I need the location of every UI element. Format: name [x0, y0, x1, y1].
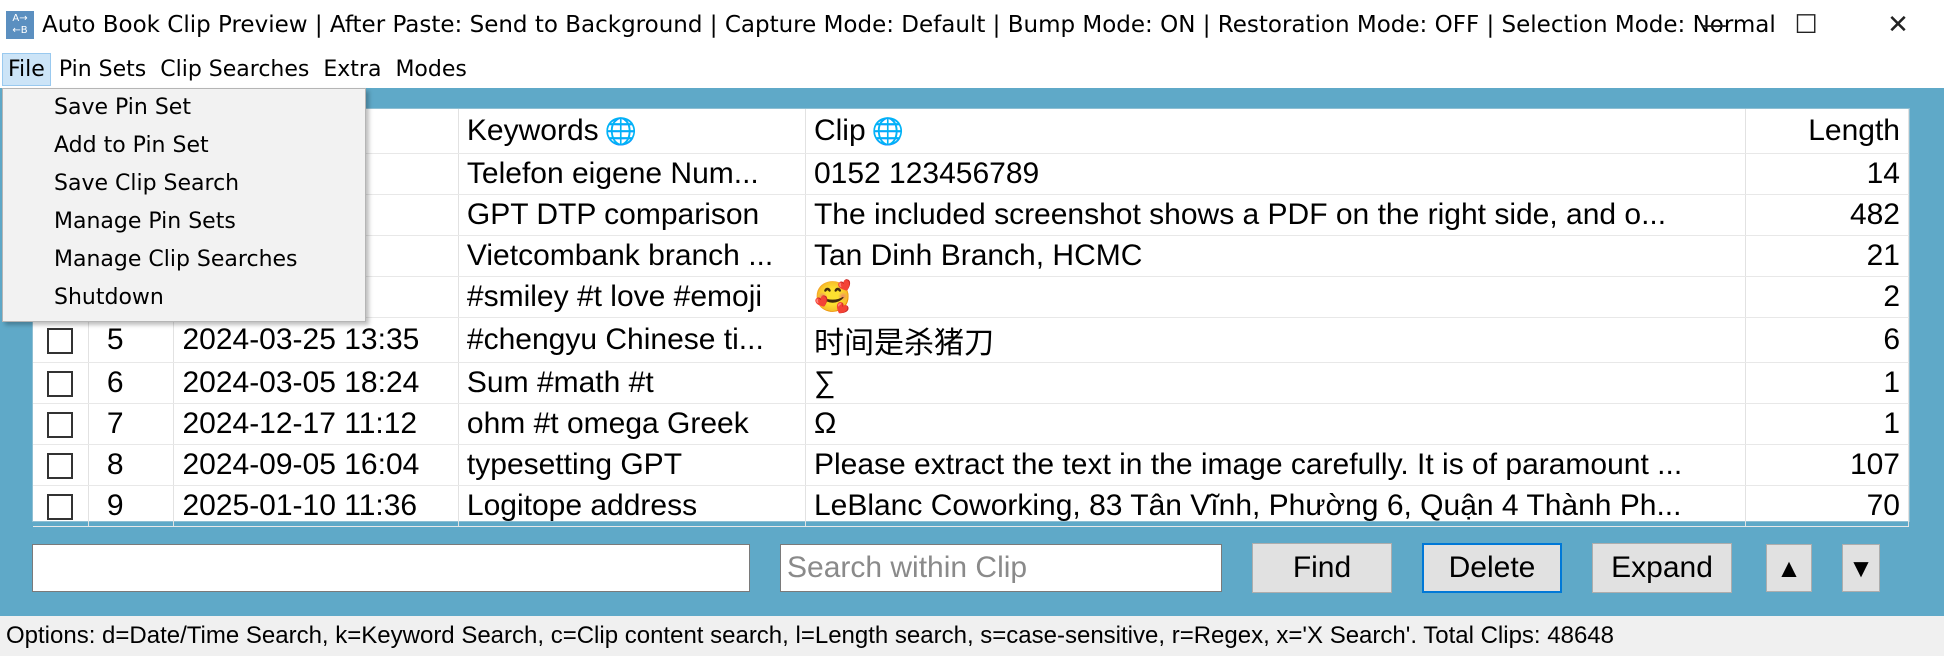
row-keywords: #smiley #t love #emoji [458, 276, 806, 318]
status-bar: Options: d=Date/Time Search, k=Keyword S… [0, 616, 1944, 656]
menu-manage-pin-sets[interactable]: Manage Pin Sets [3, 203, 365, 241]
row-checkbox-cell [33, 444, 89, 486]
row-keywords: Sum #math #t [458, 362, 806, 404]
row-keywords: ohm #t omega Greek [458, 403, 806, 445]
row-checkbox-cell [33, 317, 89, 363]
row-clip: 🥰 [805, 276, 1747, 318]
menu-pin-sets[interactable]: Pin Sets [53, 53, 152, 86]
header-keywords[interactable]: Keywords 🌐 [458, 109, 806, 154]
menu-add-to-pin-set[interactable]: Add to Pin Set [3, 127, 365, 165]
row-length: 21 [1745, 235, 1909, 277]
row-keywords: Telefon eigene Num... [458, 153, 806, 195]
row-length: 14 [1745, 153, 1909, 195]
globe-icon[interactable]: 🌐 [605, 116, 637, 146]
row-checkbox[interactable] [47, 328, 74, 355]
row-keywords: Logitope address [458, 485, 806, 527]
row-checkbox-cell [33, 485, 89, 527]
row-checkbox[interactable] [47, 371, 74, 398]
row-id: 8 [88, 444, 175, 486]
app-icon: A→ ←B [6, 11, 34, 39]
row-checkbox-cell [33, 362, 89, 404]
arrow-up-icon: ▲ [1776, 552, 1802, 583]
row-checkbox-cell [33, 403, 89, 445]
delete-button[interactable]: Delete [1422, 543, 1562, 593]
close-icon: ✕ [1887, 10, 1909, 40]
row-length: 2 [1745, 276, 1909, 318]
menu-shutdown[interactable]: Shutdown [3, 279, 365, 317]
header-clip[interactable]: Clip 🌐 [805, 109, 1747, 154]
row-clip: ∑ [805, 362, 1747, 404]
header-clip-label: Clip [813, 114, 866, 147]
row-keywords: GPT DTP comparison [458, 194, 806, 236]
row-checkbox[interactable] [47, 453, 74, 480]
row-clip: LeBlanc Coworking, 83 Tân Vĩnh, Phường 6… [805, 485, 1747, 527]
row-id: 6 [88, 362, 175, 404]
row-length: 6 [1745, 317, 1909, 363]
menu-bar: File Pin Sets Clip Searches Extra Modes [0, 50, 1944, 88]
menu-clip-searches[interactable]: Clip Searches [154, 53, 315, 86]
row-checkbox[interactable] [47, 412, 74, 439]
row-keywords: #chengyu Chinese ti... [458, 317, 806, 363]
maximize-button[interactable]: ☐ [1760, 0, 1852, 50]
row-date: 2024-03-25 13:35 [173, 317, 459, 363]
row-length: 1 [1745, 403, 1909, 445]
row-id: 9 [88, 485, 175, 527]
minimize-button[interactable]: — [1668, 0, 1760, 50]
table-row[interactable]: 5 2024-03-25 13:35 #chengyu Chinese ti... 时… [33, 317, 1909, 363]
row-clip: 时间是杀猪刀 [805, 317, 1747, 363]
row-date: 2024-12-17 11:12 [173, 403, 459, 445]
title-bar: A→ ←B Auto Book Clip Preview | After Pas… [0, 0, 1944, 50]
row-length: 107 [1745, 444, 1909, 486]
maximize-icon: ☐ [1794, 10, 1818, 40]
row-clip: The included screenshot shows a PDF on t… [805, 194, 1747, 236]
row-id: 7 [88, 403, 175, 445]
menu-save-pin-set[interactable]: Save Pin Set [3, 89, 365, 127]
window-title: Auto Book Clip Preview | After Paste: Se… [42, 12, 1776, 38]
menu-extra[interactable]: Extra [317, 53, 387, 86]
menu-save-clip-search[interactable]: Save Clip Search [3, 165, 365, 203]
search-input[interactable] [32, 544, 750, 592]
row-keywords: Vietcombank branch ... [458, 235, 806, 277]
row-checkbox[interactable] [47, 494, 74, 521]
find-button[interactable]: Find [1252, 543, 1392, 593]
app-icon-top: A→ [12, 13, 28, 24]
scroll-down-button[interactable]: ▼ [1842, 544, 1880, 592]
row-date: 2024-03-05 18:24 [173, 362, 459, 404]
row-clip: Tan Dinh Branch, HCMC [805, 235, 1747, 277]
menu-modes[interactable]: Modes [389, 53, 472, 86]
table-row[interactable]: 9 2025-01-10 11:36 Logitope address LeBlanc… [33, 485, 1909, 527]
menu-manage-clip-searches[interactable]: Manage Clip Searches [3, 241, 365, 279]
row-clip: Ω [805, 403, 1747, 445]
table-row[interactable]: 6 2024-03-05 18:24 Sum #math #t ∑ 1 [33, 362, 1909, 404]
row-length: 70 [1745, 485, 1909, 527]
row-keywords: typesetting GPT [458, 444, 806, 486]
table-row[interactable]: 8 2024-09-05 16:04 typesetting GPT Please e… [33, 444, 1909, 486]
globe-icon[interactable]: 🌐 [872, 116, 904, 146]
close-button[interactable]: ✕ [1852, 0, 1944, 50]
scroll-up-button[interactable]: ▲ [1766, 544, 1812, 592]
row-length: 1 [1745, 362, 1909, 404]
row-id: 5 [88, 317, 175, 363]
row-date: 2025-01-10 11:36 [173, 485, 459, 527]
row-date: 2024-09-05 16:04 [173, 444, 459, 486]
row-length: 482 [1745, 194, 1909, 236]
expand-button[interactable]: Expand [1592, 543, 1732, 593]
app-icon-bottom: ←B [12, 25, 28, 36]
arrow-down-icon: ▼ [1848, 552, 1874, 583]
row-clip: 0152 123456789 [805, 153, 1747, 195]
header-keywords-label: Keywords [466, 114, 599, 147]
header-length[interactable]: Length [1745, 109, 1909, 154]
file-menu-dropdown: Save Pin Set Add to Pin Set Save Clip Se… [2, 88, 366, 322]
menu-file[interactable]: File [2, 52, 51, 86]
minimize-icon: — [1701, 10, 1727, 40]
clip-search-input[interactable]: Search within Clip [780, 544, 1222, 592]
table-row[interactable]: 7 2024-12-17 11:12 ohm #t omega Greek Ω 1 [33, 403, 1909, 445]
row-clip: Please extract the text in the image car… [805, 444, 1747, 486]
